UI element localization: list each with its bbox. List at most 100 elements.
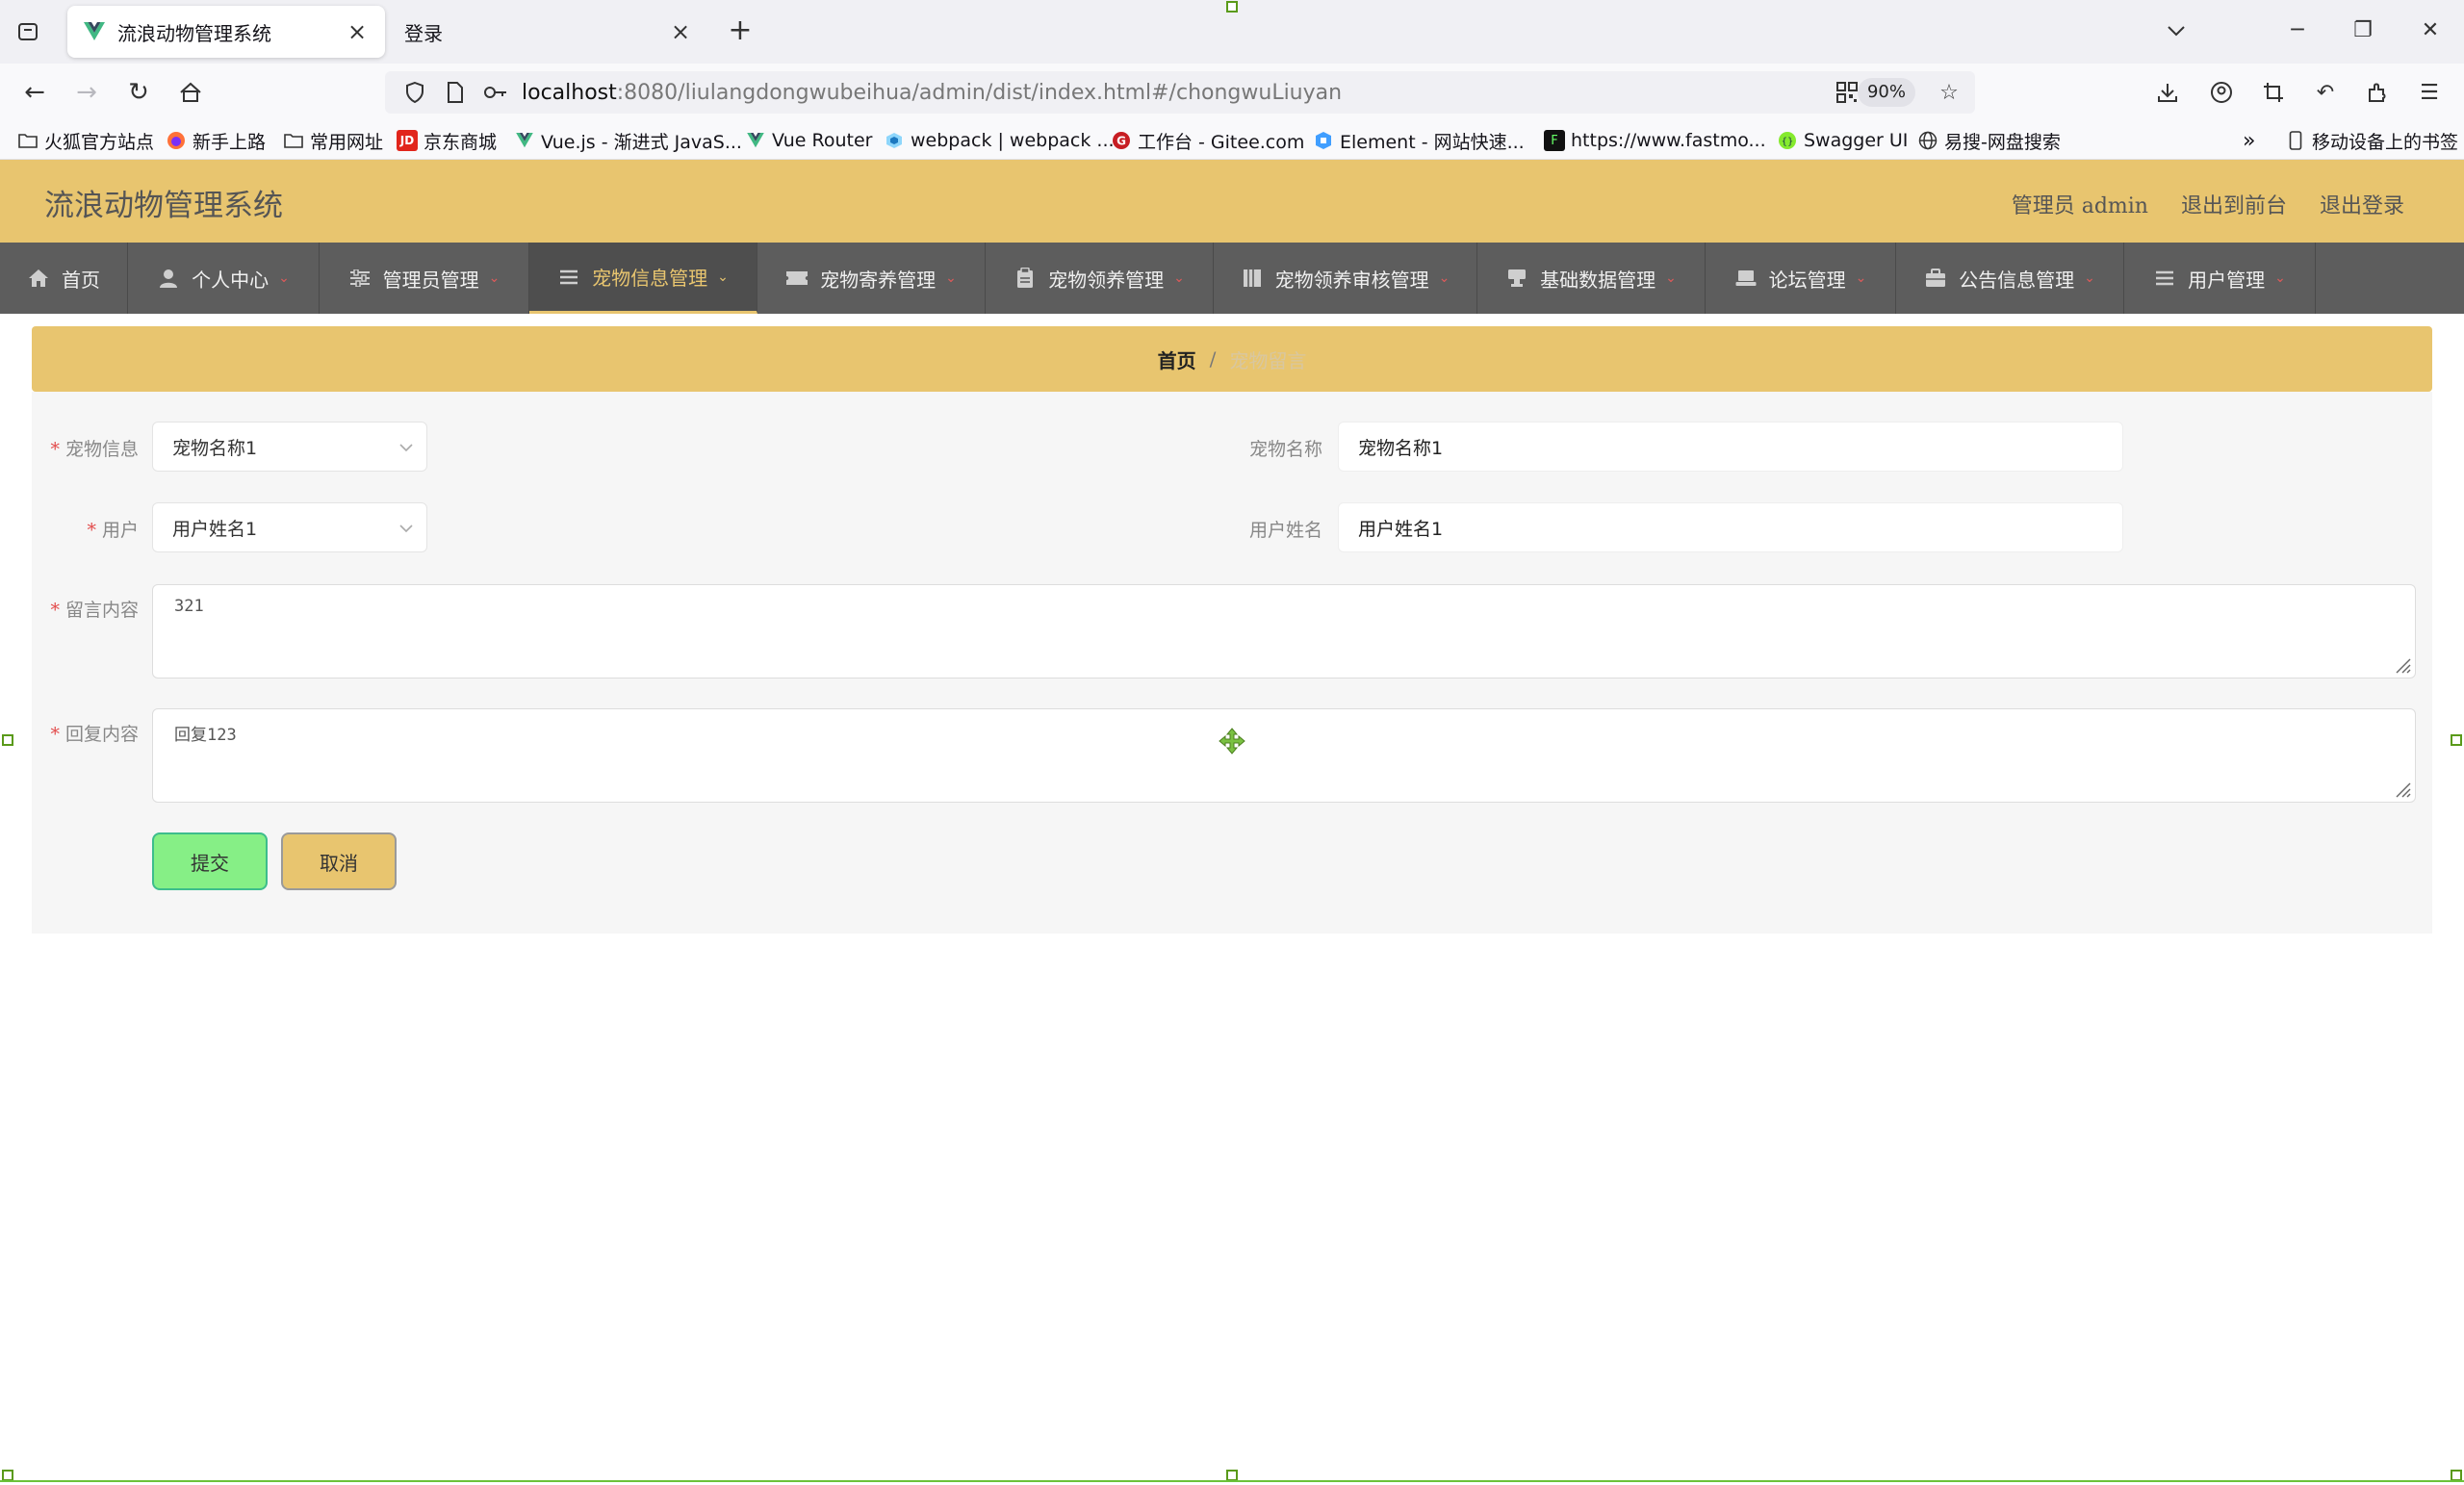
message-textarea[interactable]: 321 xyxy=(152,584,2416,678)
menu-label: 宠物信息管理 xyxy=(592,267,708,290)
more-bookmarks-icon[interactable]: » xyxy=(2243,127,2255,154)
bookmark-item[interactable]: F https://www.fastmo... xyxy=(1544,127,1766,154)
bookmark-label: 火狐官方站点 xyxy=(44,131,155,153)
user-name-field[interactable]: 用户姓名1 xyxy=(1338,502,2123,552)
close-tab-icon[interactable]: × xyxy=(345,18,370,45)
menu-label: 宠物寄养管理 xyxy=(820,268,937,292)
shield-icon[interactable] xyxy=(400,78,429,107)
vue-icon xyxy=(514,130,535,151)
list-all-tabs-icon[interactable] xyxy=(2152,13,2200,48)
close-window-icon[interactable]: ✕ xyxy=(2406,13,2454,48)
menu-item-pet-info-management[interactable]: 宠物信息管理 ⌄ xyxy=(529,243,757,314)
tab-title: 流浪动物管理系统 xyxy=(117,21,271,45)
downloads-icon[interactable] xyxy=(2150,75,2185,110)
app-menu-icon[interactable]: ☰ xyxy=(2412,75,2447,110)
menu-label: 个人中心 xyxy=(192,268,270,292)
exit-to-frontend-link[interactable]: 退出到前台 xyxy=(2181,189,2287,219)
textarea-value: 321 xyxy=(174,597,204,616)
screenshot-crop-icon[interactable] xyxy=(2256,75,2291,110)
tab-list-icon[interactable] xyxy=(12,15,44,48)
bookmark-label: 易搜-网盘搜索 xyxy=(1944,131,2061,153)
forward-icon[interactable]: → xyxy=(67,73,106,112)
user-name-label: 用户姓名 xyxy=(1248,520,1322,541)
account-icon[interactable] xyxy=(2204,75,2239,110)
menu-item-home[interactable]: 首页 xyxy=(0,243,128,314)
bookmark-label: Vue Router xyxy=(772,130,873,151)
chevron-down-icon: ⌄ xyxy=(1173,270,1185,286)
menu-item-basic-data-management[interactable]: 基础数据管理 ⌄ xyxy=(1477,243,1706,314)
bookmark-item[interactable]: 新手上路 xyxy=(166,127,266,154)
new-tab-icon[interactable]: + xyxy=(724,15,757,48)
submit-button[interactable]: 提交 xyxy=(152,832,268,890)
undo-icon[interactable]: ↶ xyxy=(2308,75,2343,110)
main-menu: 首页 个人中心 ⌄ 管理员管理 ⌄ 宠物信息管理 ⌄ 宠物寄养管理 ⌄ 宠物领养… xyxy=(0,243,2464,314)
menu-item-user-management[interactable]: 用户管理 ⌄ xyxy=(2124,243,2316,314)
extensions-icon[interactable] xyxy=(2360,75,2395,110)
breadcrumb-current: 宠物留言 xyxy=(1229,348,1307,372)
menu-label: 首页 xyxy=(62,268,100,292)
bookmark-item[interactable]: G 工作台 - Gitee.com xyxy=(1111,127,1304,154)
bookmark-item[interactable]: 易搜-网盘搜索 xyxy=(1917,127,2061,154)
selection-handle[interactable] xyxy=(2,734,13,746)
menu-item-personal-center[interactable]: 个人中心 ⌄ xyxy=(128,243,320,314)
breadcrumb-home[interactable]: 首页 xyxy=(1158,346,1196,373)
bookmark-item[interactable]: Vue Router xyxy=(745,127,872,154)
chevron-down-icon: ⌄ xyxy=(1665,270,1677,286)
restore-icon[interactable]: ❐ xyxy=(2339,13,2387,48)
textarea-value: 回复123 xyxy=(174,726,237,745)
bookmark-item[interactable]: webpack | webpack ... xyxy=(884,127,1115,154)
menu-item-forum-management[interactable]: 论坛管理 ⌄ xyxy=(1706,243,1896,314)
bookmark-item[interactable]: JD 京东商城 xyxy=(397,127,497,154)
required-asterisk: * xyxy=(50,724,60,745)
reload-icon[interactable]: ↻ xyxy=(119,73,158,112)
selection-handle[interactable] xyxy=(1226,1,1238,13)
menu-item-pet-foster-management[interactable]: 宠物寄养管理 ⌄ xyxy=(757,243,986,314)
bookmark-item[interactable]: Vue.js - 渐进式 JavaS... xyxy=(514,127,742,154)
browser-navbar: ← → ↻ localhost:8080/liulangdongwubeihua… xyxy=(0,64,2464,121)
browser-tab-inactive[interactable]: 登录 × xyxy=(389,6,708,58)
mobile-bookmarks[interactable]: 移动设备上的书签 xyxy=(2285,127,2458,154)
selection-handle[interactable] xyxy=(2451,734,2462,746)
resize-grip-icon[interactable] xyxy=(2394,656,2411,674)
browser-tab-active[interactable]: 流浪动物管理系统 × xyxy=(67,6,385,58)
label-text: 回复内容 xyxy=(64,724,139,745)
bookmark-item[interactable]: Element - 网站快速... xyxy=(1313,127,1525,154)
close-tab-icon[interactable]: × xyxy=(668,18,693,45)
selection-border xyxy=(0,1480,2464,1482)
cancel-button[interactable]: 取消 xyxy=(281,832,397,890)
home-icon xyxy=(27,268,50,289)
menu-icon xyxy=(2153,268,2176,289)
pet-info-select[interactable]: 宠物名称1 xyxy=(152,422,427,472)
logout-link[interactable]: 退出登录 xyxy=(2320,189,2404,219)
bookmark-item[interactable]: 常用网址 xyxy=(283,127,383,154)
menu-item-admin-management[interactable]: 管理员管理 ⌄ xyxy=(320,243,529,314)
bookmark-label: Swagger UI xyxy=(1804,130,1909,151)
home-button-icon[interactable] xyxy=(171,73,210,112)
resize-grip-icon[interactable] xyxy=(2394,781,2411,798)
menu-label: 管理员管理 xyxy=(382,268,479,292)
back-icon[interactable]: ← xyxy=(15,73,54,112)
sliders-icon xyxy=(348,268,372,289)
menu-item-pet-adoption-management[interactable]: 宠物领养管理 ⌄ xyxy=(986,243,1214,314)
bookmark-item[interactable]: 火狐官方站点 xyxy=(17,127,154,154)
bookmark-star-icon[interactable]: ☆ xyxy=(1935,78,1964,107)
fastmock-icon: F xyxy=(1544,130,1565,151)
menu-item-pet-adoption-review[interactable]: 宠物领养审核管理 ⌄ xyxy=(1214,243,1477,314)
bookmark-label: Element - 网站快速... xyxy=(1340,131,1525,153)
url-bar[interactable]: localhost:8080/liulangdongwubeihua/admin… xyxy=(385,71,1975,114)
menu-label: 宠物领养管理 xyxy=(1048,268,1165,292)
jd-icon: JD xyxy=(397,130,418,151)
pet-name-field[interactable]: 宠物名称1 xyxy=(1338,422,2123,472)
user-icon xyxy=(157,268,180,289)
page-icon[interactable] xyxy=(441,78,470,107)
bookmark-label: Vue.js - 渐进式 JavaS... xyxy=(541,131,742,153)
header-links: 管理员 admin 退出到前台 退出登录 xyxy=(2012,189,2404,219)
admin-user-label[interactable]: 管理员 admin xyxy=(2012,189,2148,219)
user-select[interactable]: 用户姓名1 xyxy=(152,502,427,552)
minimize-icon[interactable]: ─ xyxy=(2273,13,2322,48)
bookmark-item[interactable]: {} Swagger UI xyxy=(1777,127,1908,154)
key-icon[interactable] xyxy=(481,78,510,107)
zoom-level[interactable]: 90% xyxy=(1857,78,1915,107)
menu-item-notice-management[interactable]: 公告信息管理 ⌄ xyxy=(1896,243,2124,314)
reply-textarea[interactable]: 回复123 xyxy=(152,708,2416,803)
